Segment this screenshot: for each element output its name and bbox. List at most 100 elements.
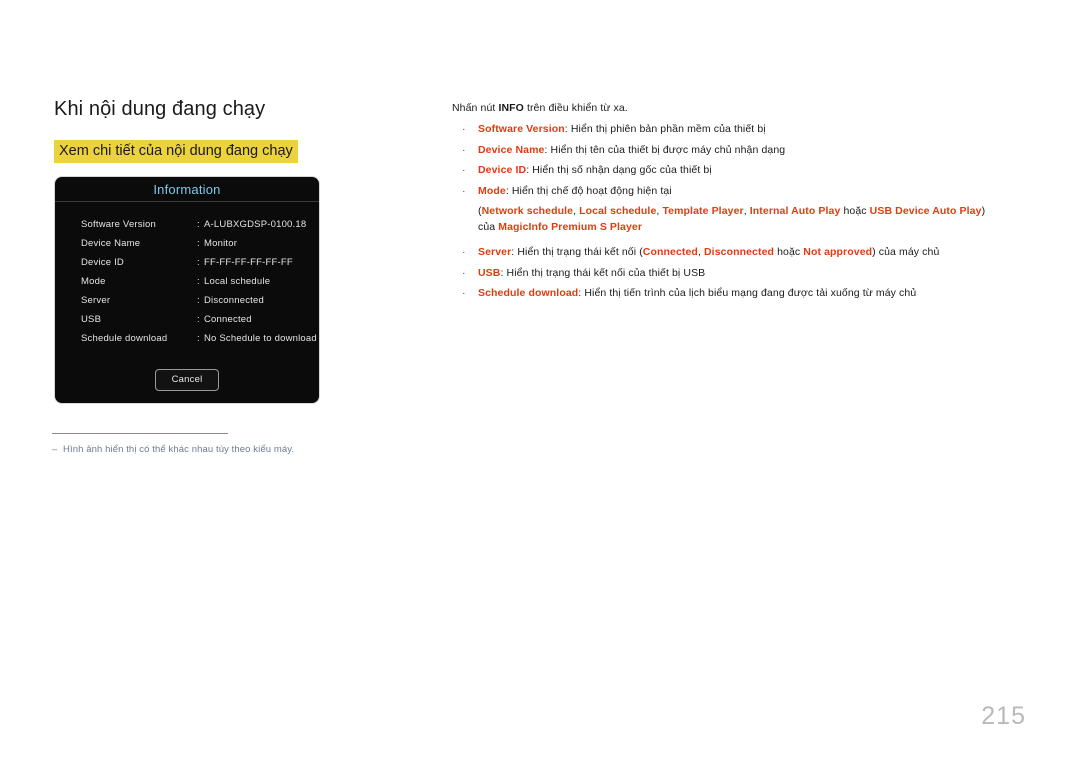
osd-row-value-text: Connected [204, 314, 252, 325]
osd-row-value-text: Monitor [204, 238, 238, 249]
osd-row-label: USB [81, 314, 102, 325]
page-title: Khi nội dung đang chạy [54, 98, 266, 120]
intro-after: trên điều khiển từ xa. [523, 102, 628, 114]
bullet-icon: · [462, 266, 466, 279]
osd-row-label: Server [81, 295, 111, 306]
list-item-mode: · Mode: Hiển thị chế độ hoạt động hiện tạ… [452, 183, 1052, 199]
osd-title: Information [153, 181, 221, 197]
osd-colon: : [197, 314, 200, 325]
server-sep-2: hoặc [774, 246, 804, 258]
server-state-disconnected: Disconnected [704, 246, 775, 258]
osd-row-value-text: A-LUBXGDSP-0100.18 [204, 219, 307, 230]
mode-option-template-player: Template Player [662, 205, 744, 217]
bullet-icon: · [462, 143, 466, 156]
mode-option-internal-auto-play: Internal Auto Play [749, 205, 841, 217]
feature-bullet-list: · Software Version: Hiển thị phiên bản ph… [452, 121, 1052, 199]
footnote-block: ‒ Hình ảnh hiển thị có thể khác nhau tùy … [52, 433, 432, 457]
osd-title-bar: Information [55, 177, 319, 202]
osd-colon: : [197, 219, 200, 230]
mode-option-usb-device-auto-play: USB Device Auto Play [869, 205, 982, 217]
list-item-server: · Server: Hiển thị trạng thái kết nối (Co… [452, 244, 1052, 260]
paren-close: ) [981, 205, 986, 217]
osd-colon: : [197, 333, 200, 344]
mode-options-line-2: của MagicInfo Premium S Player [452, 219, 1052, 235]
desc-server-a: : Hiển thị trạng thái kết nối ( [511, 246, 643, 258]
list-item-device-name: · Device Name: Hiển thị tên của thiết bị … [452, 142, 1052, 158]
osd-colon: : [197, 257, 200, 268]
right-column: Nhấn nút INFO trên điều khiển từ xa. · So… [452, 100, 1052, 306]
desc-schedule-download: : Hiển thị tiến trình của lịch biểu mạng… [578, 287, 917, 299]
desc-mode: : Hiển thị chế độ hoạt động hiện tại [505, 184, 672, 197]
desc-software-version: : Hiển thị phiên bản phần mềm của thiết … [564, 123, 766, 135]
desc-device-id: : Hiển thị số nhận dạng gốc của thiết bị [526, 164, 712, 176]
bullet-icon: · [462, 184, 466, 197]
osd-info-rows: Software Version : A-LUBXGDSP-0100.18 Dev… [55, 202, 319, 348]
osd-row-value-text: No Schedule to download [204, 333, 317, 344]
bullet-icon: · [462, 287, 466, 299]
keyword-schedule-download: Schedule download [478, 287, 579, 299]
osd-row-label: Software Version [81, 219, 157, 230]
osd-row-value: : Local schedule [197, 276, 270, 287]
server-state-connected: Connected [642, 246, 698, 258]
osd-colon: : [197, 295, 200, 306]
footnote-divider [52, 433, 228, 434]
intro-before: Nhấn nút [452, 102, 499, 114]
list-item-schedule-download: · Schedule download: Hiển thị tiến trình … [452, 285, 1052, 301]
bullet-icon: · [462, 123, 466, 135]
osd-row-value: : A-LUBXGDSP-0100.18 [197, 219, 306, 230]
mode-line2-before: của [478, 221, 499, 233]
list-item-usb: · USB: Hiển thị trạng thái kết nối của th… [452, 265, 1052, 281]
osd-information-dialog: Information Software Version : A-LUBXGDSP… [54, 176, 320, 404]
osd-row: Mode : Local schedule [55, 272, 319, 291]
bullet-icon: · [462, 164, 466, 176]
bullet-icon: · [462, 246, 466, 258]
osd-row-label: Device Name [81, 238, 141, 249]
keyword-device-id: Device ID [478, 164, 527, 176]
mode-options-line-1: (Network schedule, Local schedule, Templ… [452, 203, 1052, 219]
osd-footer: Cancel [55, 369, 319, 391]
intro-info-keyword: INFO [498, 102, 524, 114]
osd-row-label: Mode [81, 276, 106, 287]
intro-line: Nhấn nút INFO trên điều khiển từ xa. [452, 100, 1052, 116]
desc-server-b: ) của máy chủ [872, 246, 940, 258]
feature-bullet-list-2: · Server: Hiển thị trạng thái kết nối (Co… [452, 244, 1052, 301]
mode-sep-4: hoặc [840, 205, 870, 217]
keyword-device-name: Device Name [478, 143, 545, 156]
list-item-software-version: · Software Version: Hiển thị phiên bản ph… [452, 121, 1052, 137]
osd-row: USB : Connected [55, 310, 319, 329]
desc-usb: : Hiển thị trạng thái kết nối của thiết … [500, 266, 706, 279]
osd-row-value: : No Schedule to download [197, 333, 317, 344]
osd-colon: : [197, 276, 200, 287]
server-state-not-approved: Not approved [803, 246, 873, 258]
osd-row: Software Version : A-LUBXGDSP-0100.18 [55, 215, 319, 234]
osd-row-value-text: Local schedule [204, 276, 271, 287]
keyword-software-version: Software Version [478, 123, 565, 135]
footnote-dash: ‒ [52, 444, 58, 455]
osd-row: Device Name : Monitor [55, 234, 319, 253]
mode-option-network-schedule: Network schedule [481, 205, 574, 217]
osd-row-value: : Connected [197, 314, 252, 325]
osd-row-label: Schedule download [81, 333, 168, 344]
osd-row-value: : FF-FF-FF-FF-FF-FF [197, 257, 293, 268]
section-heading-wrap: Xem chi tiết của nội dung đang chạy [54, 140, 434, 163]
osd-row-value: : Monitor [197, 238, 237, 249]
keyword-usb: USB [478, 266, 501, 279]
desc-device-name: : Hiển thị tên của thiết bị được máy chủ… [544, 143, 786, 156]
osd-row-value-text: Disconnected [204, 295, 264, 306]
footnote-text: ‒ Hình ảnh hiển thị có thể khác nhau tùy … [52, 443, 432, 457]
left-column: Khi nội dung đang chạy Xem chi tiết của … [54, 96, 434, 404]
osd-colon: : [197, 238, 200, 249]
list-item-device-id: · Device ID: Hiển thị số nhận dạng gốc củ… [452, 162, 1052, 178]
osd-row-label: Device ID [81, 257, 124, 268]
keyword-server: Server [478, 246, 512, 258]
osd-row-value: : Disconnected [197, 295, 264, 306]
osd-row-value-text: FF-FF-FF-FF-FF-FF [204, 257, 293, 268]
cancel-button[interactable]: Cancel [155, 369, 219, 391]
mode-option-local-schedule: Local schedule [579, 205, 657, 217]
magicinfo-premium-s-player: MagicInfo Premium S Player [498, 221, 643, 233]
footnote-body: Hình ảnh hiển thị có thể khác nhau tùy t… [63, 444, 295, 455]
page-number: 215 [981, 702, 1026, 730]
osd-row: Device ID : FF-FF-FF-FF-FF-FF [55, 253, 319, 272]
keyword-mode: Mode [478, 184, 506, 197]
osd-row: Schedule download : No Schedule to downlo… [55, 329, 319, 348]
